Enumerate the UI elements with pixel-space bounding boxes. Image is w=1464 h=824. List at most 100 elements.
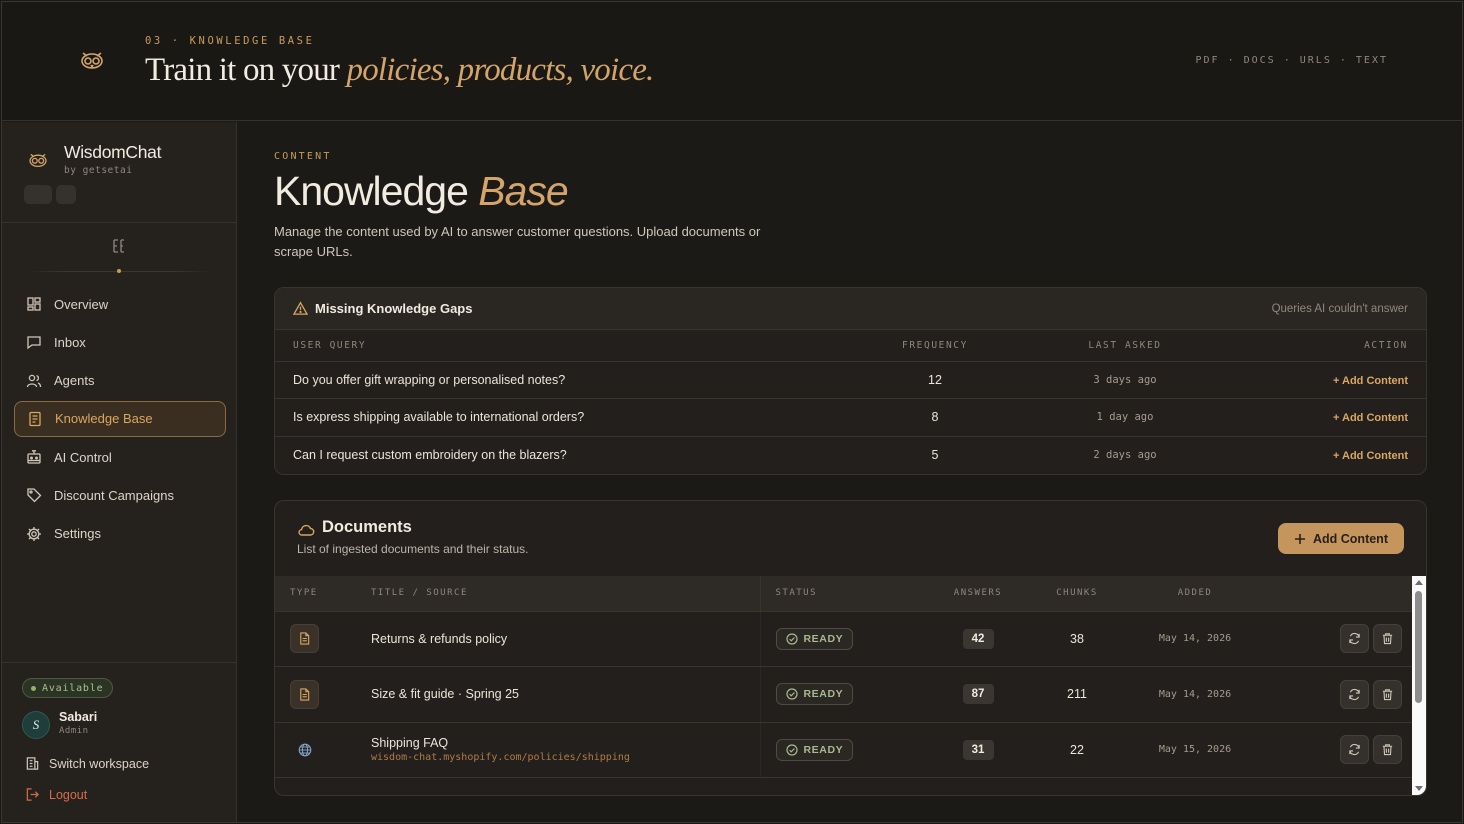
gap-action-cell: + Add Content (1215, 361, 1426, 399)
delete-button[interactable] (1373, 624, 1402, 654)
gaps-table: USER QUERY FREQUENCY LAST ASKED ACTION D… (275, 330, 1426, 474)
sidebar-item-knowledge-base[interactable]: Knowledge Base (14, 400, 226, 437)
status-label: READY (803, 743, 844, 756)
switch-workspace-link[interactable]: Switch workspace (25, 756, 149, 771)
documents-card: Documents List of ingested documents and… (274, 500, 1427, 796)
sidebar-item-inbox[interactable]: Inbox (14, 324, 226, 360)
main-content: CONTENT Knowledge Base Manage the conten… (238, 122, 1462, 822)
trash-icon (1382, 689, 1393, 700)
table-header-row: TYPE TITLE / SOURCE STATUS ANSWERS CHUNK… (275, 576, 1412, 612)
grid-icon (27, 297, 41, 311)
add-content-link[interactable]: + Add Content (1333, 412, 1408, 424)
book-icon (29, 411, 41, 427)
doc-type-badge (290, 624, 319, 654)
warning-icon (293, 301, 308, 315)
documents-title: Documents (322, 518, 412, 536)
refresh-button[interactable] (1340, 624, 1369, 654)
sidebar-item-ai-control[interactable]: AI Control (14, 439, 226, 475)
doc-title: Returns & refunds policy (371, 631, 508, 646)
column-header: CHUNKS (1046, 576, 1108, 612)
doc-chunks: 38 (1046, 611, 1108, 667)
gap-frequency: 5 (931, 448, 939, 462)
table-row[interactable]: Shipping FAQ wisdom-chat.myshopify.com/p… (275, 722, 1412, 778)
doc-added: May 15, 2026 (1108, 722, 1282, 778)
brand-by: by getsetai (64, 165, 133, 176)
doc-actions-cell (1282, 666, 1412, 723)
doc-status-cell: READY (760, 611, 910, 667)
doc-title: Size & fit guide · Spring 25 (371, 687, 519, 702)
sidebar-item-settings[interactable]: Settings (14, 516, 226, 552)
table-scrollbar[interactable] (1412, 576, 1426, 795)
table-row[interactable]: Size & fit guide · Spring 25 READY 87 21… (275, 666, 1412, 723)
workspace-chip[interactable] (24, 185, 52, 204)
gaps-header: Missing Knowledge Gaps Queries AI couldn… (275, 288, 1426, 330)
sidebar-item-label: Knowledge Base (55, 411, 153, 427)
brand-name: WisdomChat (64, 142, 162, 162)
table-row[interactable]: Returns & refunds policy READY 42 38 May… (275, 611, 1412, 667)
add-content-button[interactable]: Add Content (1278, 523, 1404, 554)
delete-button[interactable] (1373, 679, 1402, 709)
documents-table: TYPE TITLE / SOURCE STATUS ANSWERS CHUNK… (275, 576, 1412, 778)
doc-title-cell: Size & fit guide · Spring 25 (357, 666, 761, 723)
delete-button[interactable] (1373, 735, 1402, 765)
knowledge-gaps-card: Missing Knowledge Gaps Queries AI couldn… (274, 287, 1427, 475)
bot-icon (27, 450, 41, 464)
gap-query: Can I request custom embroidery on the b… (293, 448, 567, 462)
scroll-thumb[interactable] (1415, 591, 1422, 703)
doc-actions-cell (1282, 611, 1412, 667)
message-icon (27, 336, 41, 350)
page-title-plain: Knowledge (274, 168, 479, 214)
add-content-link[interactable]: + Add Content (1333, 450, 1408, 462)
owl-logo-icon (81, 52, 103, 69)
table-row: Can I request custom embroidery on the b… (275, 436, 1426, 474)
doc-added: May 14, 2026 (1108, 666, 1282, 723)
gap-frequency: 8 (835, 398, 1035, 437)
status-badge: READY (775, 738, 854, 761)
answers-count: 42 (962, 628, 994, 649)
tag-icon (27, 488, 42, 503)
doc-added: May 14, 2026 (1108, 611, 1282, 667)
doc-actions-cell (1282, 722, 1412, 778)
gap-action-cell: + Add Content (1215, 398, 1426, 437)
status-label: READY (803, 688, 844, 701)
sidebar-nav: Overview Inbox Agents Knowledge Base AI … (14, 286, 226, 554)
column-header: FREQUENCY (835, 330, 1035, 362)
gap-query: Do you offer gift wrapping or personalis… (275, 361, 835, 399)
documents-table-scroll[interactable]: TYPE TITLE / SOURCE STATUS ANSWERS CHUNK… (275, 576, 1412, 795)
doc-answers-cell: 31 (910, 722, 1046, 778)
sidebar-item-discount-campaigns[interactable]: Discount Campaigns (14, 477, 226, 513)
refresh-button[interactable] (1340, 679, 1369, 709)
sidebar-item-label: AI Control (54, 449, 112, 465)
availability-label: Available (42, 682, 104, 694)
check-circle-icon (785, 744, 798, 756)
logout-link[interactable]: Logout (25, 787, 87, 802)
availability-badge[interactable]: Available (22, 678, 114, 698)
sidebar-item-overview[interactable]: Overview (14, 286, 226, 322)
scroll-up-arrow-icon[interactable] (1415, 580, 1423, 585)
document-icon (300, 688, 310, 701)
gaps-subtitle: Queries AI couldn't answer (1271, 302, 1408, 315)
doc-source-url[interactable]: wisdom-chat.myshopify.com/policies/shipp… (371, 752, 760, 763)
sidebar-item-agents[interactable]: Agents (14, 363, 226, 399)
doc-status-cell: READY (760, 722, 910, 778)
page-title-accent: Base (478, 168, 568, 214)
plus-icon (1295, 533, 1305, 544)
workspace-chip[interactable] (56, 185, 76, 204)
column-header: TITLE / SOURCE (357, 576, 761, 612)
doc-type-cell (275, 722, 357, 778)
doc-type-cell (275, 611, 357, 667)
hero-title-plain: Train it on your (145, 52, 347, 88)
app-frame: 03 · KNOWLEDGE BASE Train it on your pol… (1, 1, 1463, 823)
doc-type-badge (290, 679, 319, 709)
page-kicker: CONTENT (274, 151, 332, 162)
column-header: STATUS (760, 576, 910, 612)
scroll-down-arrow-icon[interactable] (1415, 786, 1423, 791)
avatar[interactable]: S (22, 711, 50, 739)
refresh-button[interactable] (1340, 735, 1369, 765)
status-label: READY (803, 632, 844, 645)
doc-status-cell: READY (760, 666, 910, 723)
collapse-sidebar-icon[interactable] (111, 238, 127, 254)
sidebar-item-label: Inbox (54, 334, 86, 350)
refresh-icon (1349, 688, 1360, 700)
add-content-link[interactable]: + Add Content (1333, 375, 1408, 387)
